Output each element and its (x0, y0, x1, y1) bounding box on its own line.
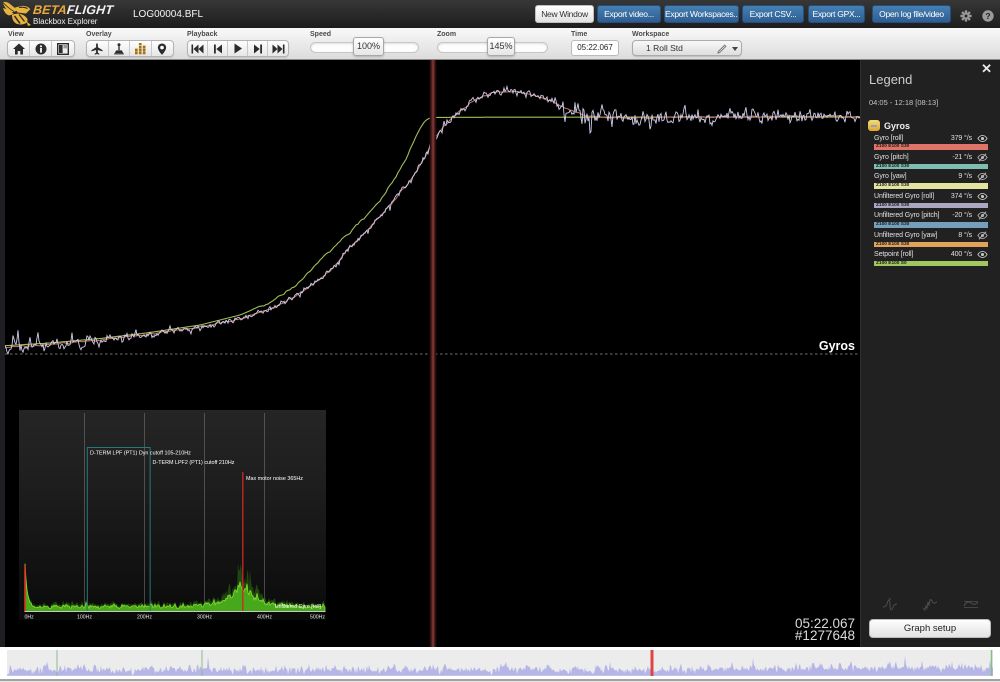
svg-text:Gyros: Gyros (819, 339, 855, 353)
svg-text:500Hz: 500Hz (310, 615, 325, 621)
svg-text:100Hz: 100Hz (77, 615, 92, 621)
svg-text:300Hz: 300Hz (197, 615, 212, 621)
svg-text:400Hz: 400Hz (257, 615, 272, 621)
svg-text:0Hz: 0Hz (25, 615, 35, 621)
svg-text:Max motor noise 365Hz: Max motor noise 365Hz (246, 476, 303, 482)
svg-text:D-TERM LPF (PT1) Dyn cutoff 10: D-TERM LPF (PT1) Dyn cutoff 105-210Hz (90, 451, 191, 457)
svg-text:Unfiltered Gyro [roll]: Unfiltered Gyro [roll] (275, 604, 322, 610)
svg-text:200Hz: 200Hz (137, 615, 152, 621)
svg-text:?: ? (985, 11, 990, 21)
svg-text:D-TERM LPF2 (PT1) cutoff 210Hz: D-TERM LPF2 (PT1) cutoff 210Hz (153, 460, 235, 466)
